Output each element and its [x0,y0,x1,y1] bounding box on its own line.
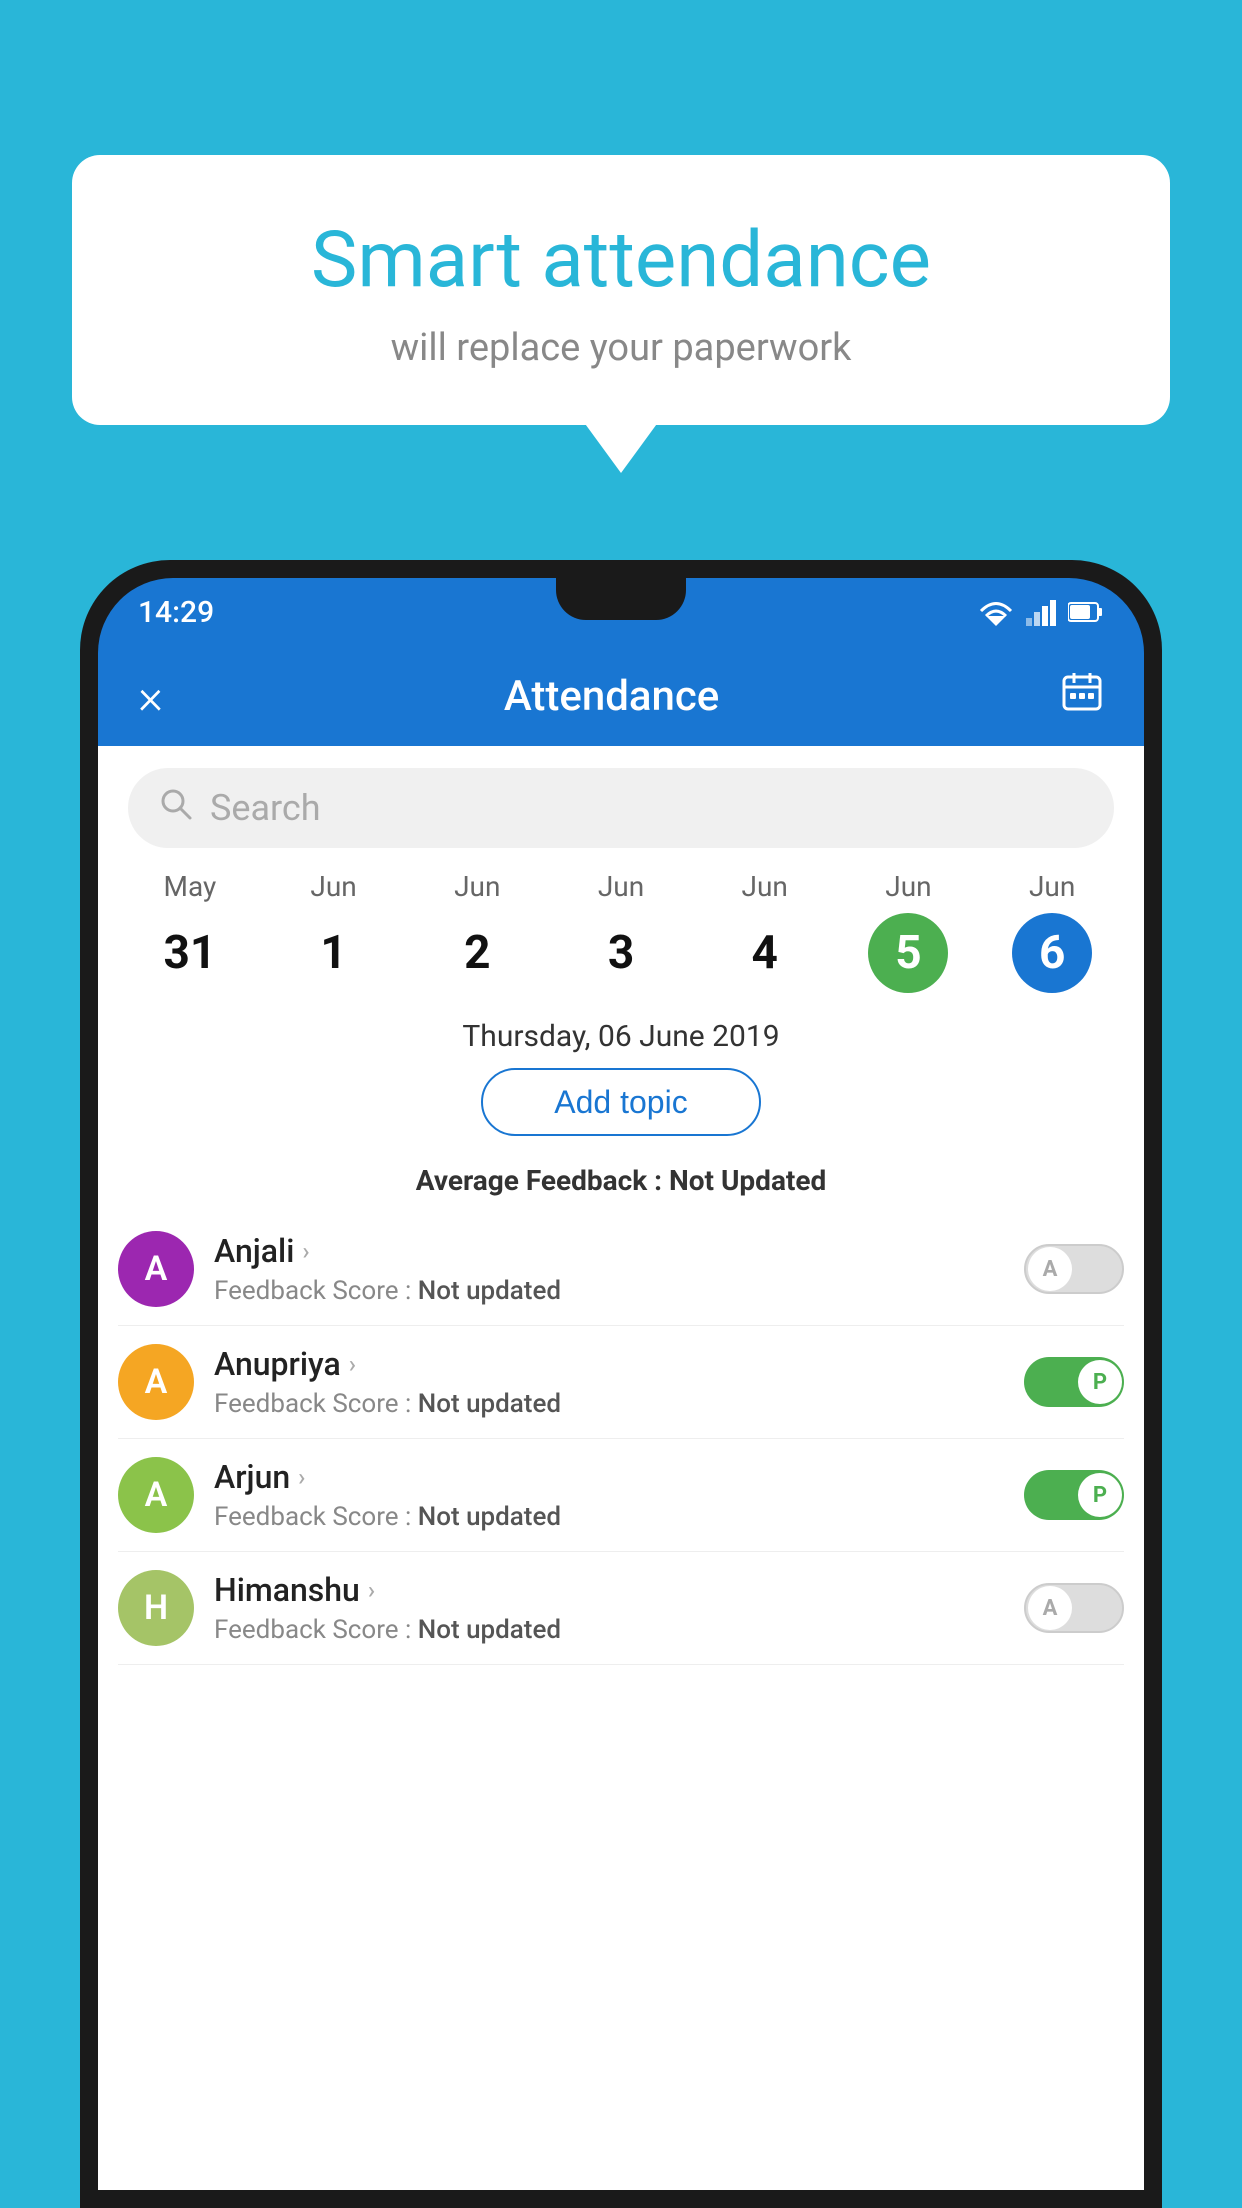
toggle-track: P [1024,1470,1124,1520]
status-bar: 14:29 [98,578,1144,646]
calendar-day-number[interactable]: 1 [294,913,374,993]
chevron-icon: › [298,1463,305,1491]
attendance-toggle[interactable]: A [1024,1583,1124,1633]
toggle-track: A [1024,1583,1124,1633]
student-name: Anupriya › [214,1345,1004,1383]
toggle-track: A [1024,1244,1124,1294]
calendar-day-number[interactable]: 6 [1012,913,1092,993]
calendar-day[interactable]: Jun 2 [405,870,549,993]
calendar-month-label: Jun [742,870,788,903]
calendar-day[interactable]: Jun 5 [837,870,981,993]
wifi-icon [978,598,1014,626]
student-info: Arjun › Feedback Score : Not updated [214,1458,1004,1532]
attendance-toggle[interactable]: P [1024,1357,1124,1407]
avg-feedback: Average Feedback : Not Updated [98,1164,1144,1197]
add-topic-button[interactable]: Add topic [481,1068,761,1136]
notch [556,578,686,620]
toggle-thumb: P [1078,1473,1122,1517]
selected-date: Thursday, 06 June 2019 [98,1003,1144,1068]
student-item[interactable]: A Anjali › Feedback Score : Not updated A [118,1213,1124,1326]
calendar-day[interactable]: May 31 [118,870,262,993]
calendar-day[interactable]: Jun 1 [262,870,406,993]
student-name: Arjun › [214,1458,1004,1496]
student-feedback: Feedback Score : Not updated [214,1276,1004,1306]
student-item[interactable]: A Arjun › Feedback Score : Not updated P [118,1439,1124,1552]
calendar-month-label: Jun [885,870,931,903]
student-name: Anjali › [214,1232,1004,1270]
calendar-day-number[interactable]: 5 [868,913,948,993]
toggle-thumb: P [1078,1360,1122,1404]
calendar-month-label: Jun [598,870,644,903]
signal-icon [1026,598,1056,626]
phone-inner: 14:29 [98,578,1144,2190]
app-bar: × Attendance [98,646,1144,746]
speech-bubble: Smart attendance will replace your paper… [72,155,1170,425]
status-icons [978,598,1104,626]
feedback-value: Not updated [418,1615,561,1645]
calendar-month-label: Jun [454,870,500,903]
calendar-day[interactable]: Jun 6 [980,870,1124,993]
toggle-thumb: A [1028,1247,1072,1291]
calendar-day[interactable]: Jun 3 [549,870,693,993]
search-icon [158,786,194,831]
student-name: Himanshu › [214,1571,1004,1609]
calendar-day-number[interactable]: 4 [725,913,805,993]
add-topic-wrap: Add topic [98,1068,1144,1150]
toggle-track: P [1024,1357,1124,1407]
feedback-value: Not updated [418,1389,561,1419]
calendar-day[interactable]: Jun 4 [693,870,837,993]
student-avatar: A [118,1457,194,1533]
status-time: 14:29 [138,595,214,630]
calendar-month-label: Jun [1029,870,1075,903]
chevron-icon: › [368,1576,375,1604]
student-list: AAnjali ›Feedback Score : Not updatedAAA… [98,1213,1144,1665]
calendar-day-number[interactable]: 2 [437,913,517,993]
chevron-icon: › [349,1350,356,1378]
app-bar-title: Attendance [163,672,1060,721]
calendar-day-number[interactable]: 3 [581,913,661,993]
search-placeholder: Search [210,787,321,829]
battery-icon [1068,601,1104,623]
student-info: Himanshu › Feedback Score : Not updated [214,1571,1004,1645]
attendance-toggle[interactable]: A [1024,1244,1124,1294]
avg-feedback-label: Average Feedback : [416,1164,662,1197]
calendar-icon [1060,669,1104,713]
feedback-value: Not updated [418,1502,561,1532]
content-area: Search May 31 Jun 1 Jun 2 Jun 3 Jun 4 Jun 5 Jun 6 Thu… [98,746,1144,2190]
toggle-thumb: A [1028,1586,1072,1630]
student-item[interactable]: H Himanshu › Feedback Score : Not updated A [118,1552,1124,1665]
bubble-subtitle: will replace your paperwork [132,326,1110,370]
chevron-icon: › [302,1237,309,1265]
student-info: Anjali › Feedback Score : Not updated [214,1232,1004,1306]
calendar-month-label: May [164,870,217,903]
calendar-day-number[interactable]: 31 [150,913,230,993]
avg-feedback-value: Not Updated [669,1164,826,1197]
student-item[interactable]: A Anupriya › Feedback Score : Not updated P [118,1326,1124,1439]
student-info: Anupriya › Feedback Score : Not updated [214,1345,1004,1419]
search-bar[interactable]: Search [128,768,1114,848]
student-avatar: A [118,1231,194,1307]
student-feedback: Feedback Score : Not updated [214,1615,1004,1645]
student-avatar: A [118,1344,194,1420]
attendance-toggle[interactable]: P [1024,1470,1124,1520]
close-button[interactable]: × [138,668,163,725]
student-avatar: H [118,1570,194,1646]
student-feedback: Feedback Score : Not updated [214,1389,1004,1419]
search-container: Search [98,746,1144,870]
feedback-value: Not updated [418,1276,561,1306]
student-feedback: Feedback Score : Not updated [214,1502,1004,1532]
calendar-button[interactable] [1060,669,1104,724]
calendar-month-label: Jun [310,870,356,903]
phone-frame: 14:29 [80,560,1162,2208]
bubble-title: Smart attendance [132,215,1110,306]
calendar-strip: May 31 Jun 1 Jun 2 Jun 3 Jun 4 Jun 5 Jun 6 [98,870,1144,1003]
